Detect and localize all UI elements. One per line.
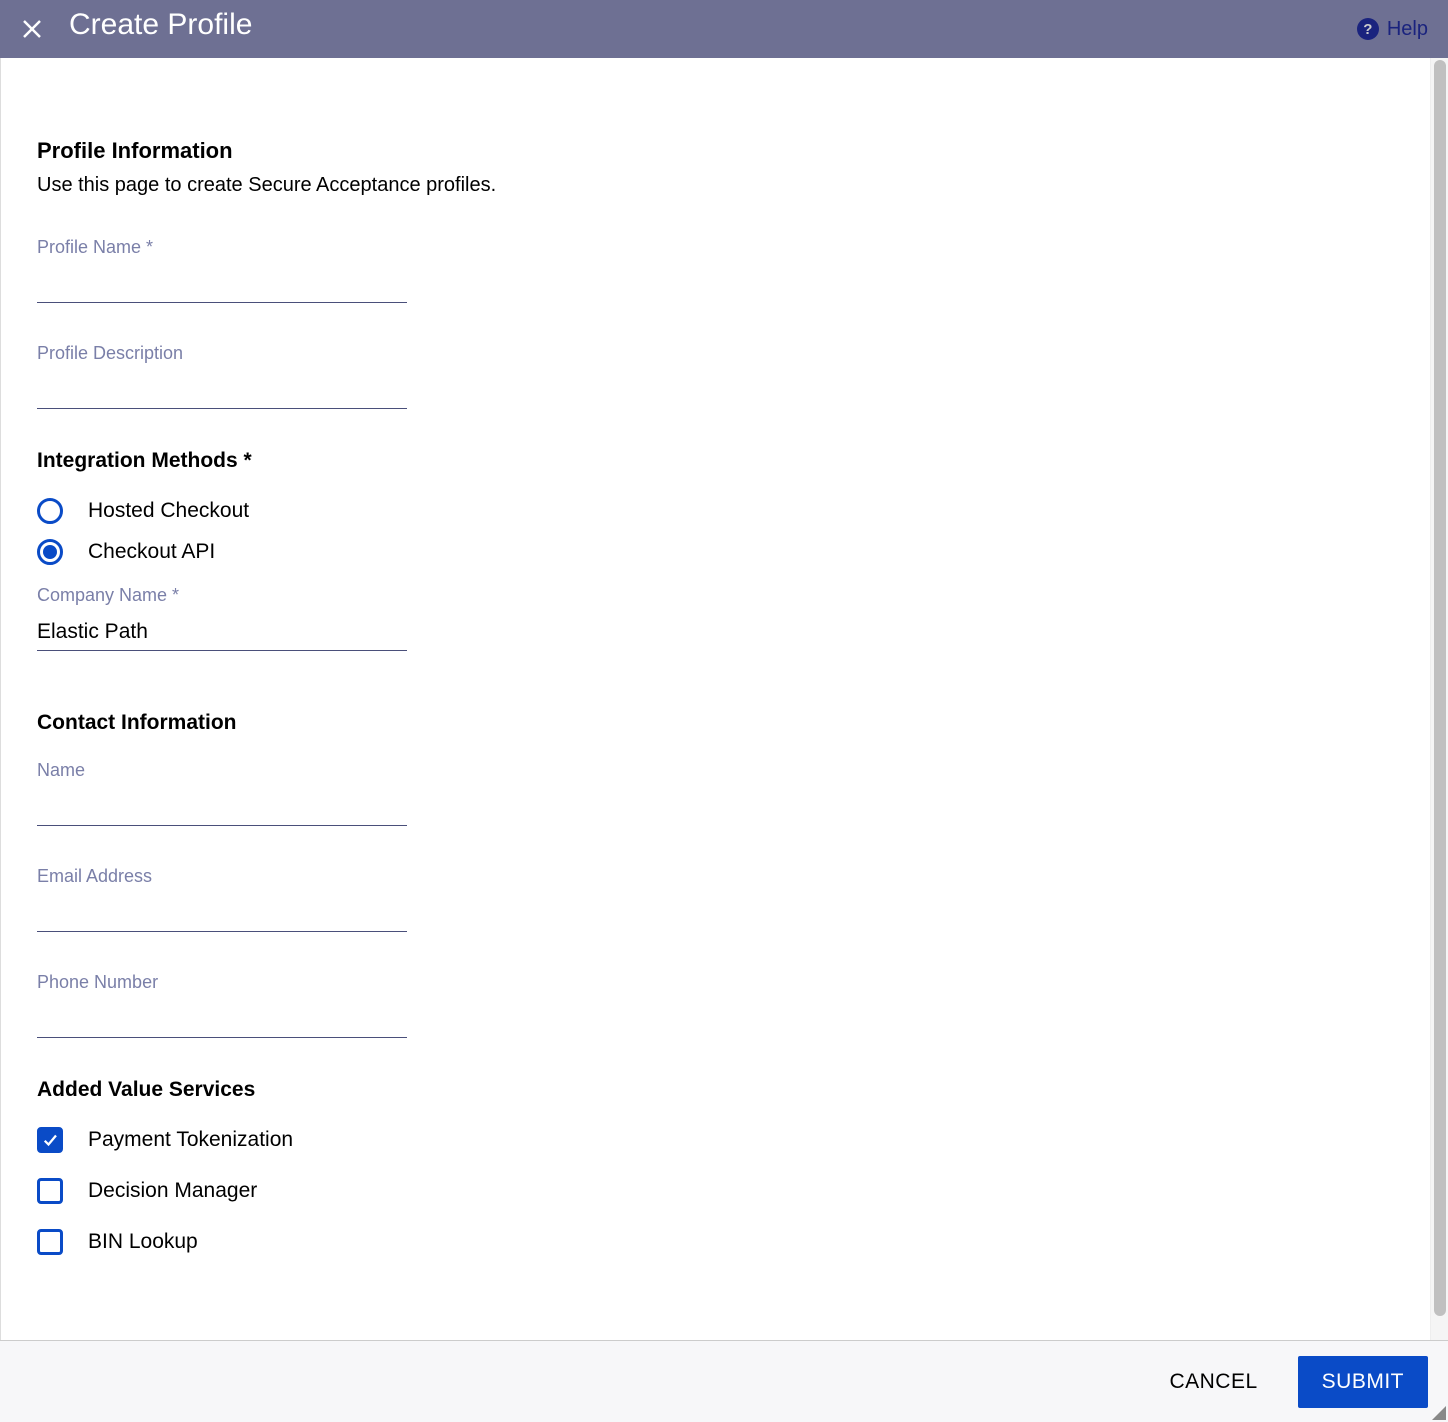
scrollbar-thumb[interactable] — [1434, 60, 1446, 1316]
contact-info-heading: Contact Information — [37, 711, 1394, 735]
radio-hosted-checkout[interactable]: Hosted Checkout — [37, 498, 1394, 524]
checkbox-icon — [37, 1127, 63, 1153]
help-link[interactable]: ? Help — [1357, 18, 1428, 41]
submit-button[interactable]: SUBMIT — [1298, 1356, 1428, 1408]
modal-header: Create Profile ? Help — [0, 0, 1448, 58]
profile-description-label: Profile Description — [37, 343, 1394, 364]
checkbox-icon — [37, 1229, 63, 1255]
profile-info-subtitle: Use this page to create Secure Acceptanc… — [37, 174, 1394, 197]
content-wrapper: Profile Information Use this page to cre… — [0, 58, 1448, 1340]
checkbox-bin-lookup[interactable]: BIN Lookup — [37, 1229, 1394, 1255]
checkbox-decision-manager[interactable]: Decision Manager — [37, 1178, 1394, 1204]
profile-description-input[interactable] — [37, 372, 407, 409]
checkbox-payment-tokenization[interactable]: Payment Tokenization — [37, 1127, 1394, 1153]
company-name-label: Company Name * — [37, 585, 1394, 606]
radio-selected-dot — [43, 545, 57, 559]
checkbox-label: BIN Lookup — [88, 1230, 198, 1254]
close-icon[interactable] — [20, 17, 44, 41]
contact-name-label: Name — [37, 760, 1394, 781]
profile-name-label: Profile Name * — [37, 237, 1394, 258]
contact-email-label: Email Address — [37, 866, 1394, 887]
contact-name-input[interactable] — [37, 789, 407, 826]
radio-label: Hosted Checkout — [88, 499, 249, 523]
radio-label: Checkout API — [88, 540, 215, 564]
radio-checkout-api[interactable]: Checkout API — [37, 539, 1394, 565]
checkbox-label: Decision Manager — [88, 1179, 257, 1203]
page-title: Create Profile — [69, 8, 252, 42]
checkmark-icon — [41, 1131, 59, 1149]
profile-name-input[interactable] — [37, 266, 407, 303]
modal-footer: CANCEL SUBMIT — [0, 1340, 1448, 1422]
form-content: Profile Information Use this page to cre… — [1, 58, 1430, 1340]
scrollbar[interactable] — [1430, 58, 1448, 1340]
integration-radio-group: Hosted Checkout Checkout API — [37, 498, 1394, 565]
header-left: Create Profile — [20, 16, 252, 42]
contact-email-input[interactable] — [37, 895, 407, 932]
cancel-button[interactable]: CANCEL — [1169, 1370, 1257, 1394]
checkbox-icon — [37, 1178, 63, 1204]
radio-icon — [37, 539, 63, 565]
services-checkbox-group: Payment Tokenization Decision Manager BI… — [37, 1127, 1394, 1255]
checkbox-label: Payment Tokenization — [88, 1128, 293, 1152]
profile-info-title: Profile Information — [37, 138, 1394, 164]
services-heading: Added Value Services — [37, 1078, 1394, 1102]
radio-icon — [37, 498, 63, 524]
help-icon: ? — [1357, 18, 1379, 40]
contact-phone-label: Phone Number — [37, 972, 1394, 993]
contact-phone-input[interactable] — [37, 1001, 407, 1038]
integration-methods-heading: Integration Methods * — [37, 449, 1394, 473]
help-label: Help — [1387, 18, 1428, 41]
company-name-input[interactable] — [37, 614, 407, 651]
resize-handle-icon[interactable] — [1432, 1406, 1446, 1420]
